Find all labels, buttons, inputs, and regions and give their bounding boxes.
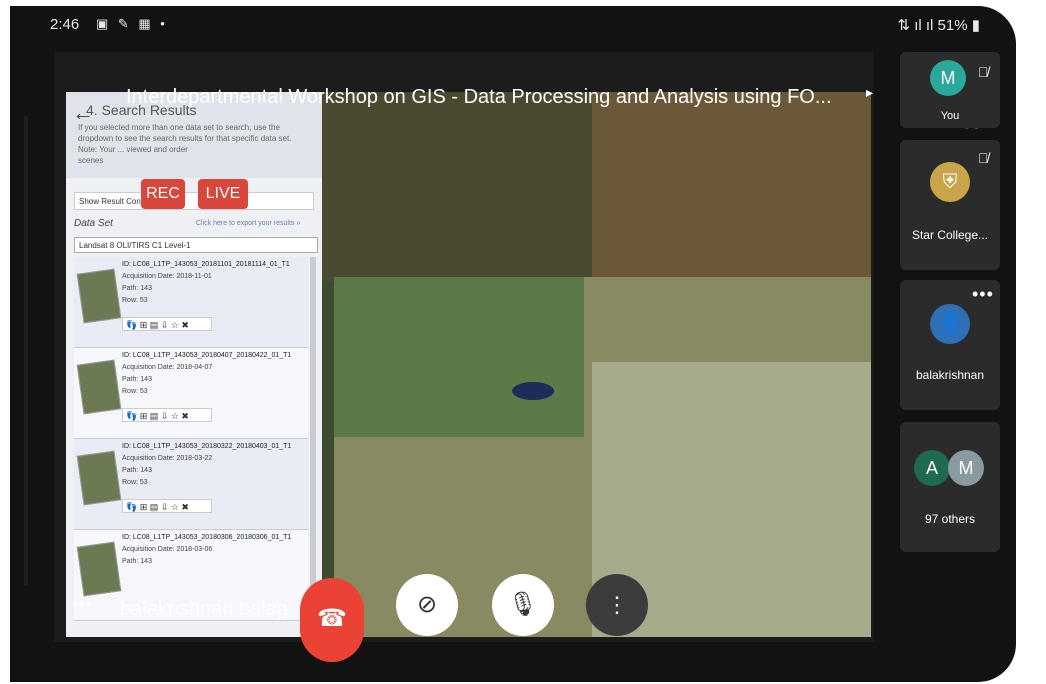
result-row: Row: 53 xyxy=(122,388,148,395)
avatar: M xyxy=(948,450,984,486)
presenter-name: balakrishnan balag xyxy=(120,598,288,620)
result-actions[interactable]: 👣 ⊞ ▤ ⇩ ☆ ✖ xyxy=(122,499,212,513)
more-vert-icon: ⋮ xyxy=(606,592,628,617)
notification-icons: ▣ ✎ ▦ • xyxy=(96,16,168,31)
more-options-icon[interactable]: ••• xyxy=(972,284,994,305)
camera-off-icon: ⊘ xyxy=(416,591,438,618)
phone-screen: 2:46 ▣ ✎ ▦ • ⇅ ıl ıl 51% ▮ ← 4. Search R… xyxy=(10,6,1016,682)
live-badge: LIVE xyxy=(198,179,248,209)
mic-off-icon: 🎙̸ xyxy=(978,64,989,80)
result-row: Row: 53 xyxy=(122,479,148,486)
shared-screen: ← 4. Search Results If you selected more… xyxy=(66,92,871,637)
result-id: ID: LC08_L1TP_143053_20180407_20180422_0… xyxy=(122,352,292,359)
data-set-label: Data Set xyxy=(74,218,113,229)
list-item[interactable]: ID: LC08_L1TP_143053_20180407_20180422_0… xyxy=(74,348,308,439)
participant-name: 97 others xyxy=(924,512,976,526)
result-actions[interactable]: 👣 ⊞ ▤ ⇩ ☆ ✖ xyxy=(122,408,212,422)
signal-icon: ⇅ ıl ıl xyxy=(897,17,938,34)
avatar: A xyxy=(914,450,950,486)
landsat-scene-overlay xyxy=(334,277,584,437)
result-date: Acquisition Date: 2018-11-01 xyxy=(122,273,212,280)
avatar: M xyxy=(930,60,966,96)
scene-thumbnail[interactable] xyxy=(76,359,122,415)
show-result-controls-button[interactable]: Show Result Controls xyxy=(74,192,314,210)
participant-tile-star-college[interactable]: ⛨ 🎙̸ Star College... xyxy=(900,140,1000,270)
panel-note: If you selected more than one data set t… xyxy=(78,123,292,165)
main-stage: ← 4. Search Results If you selected more… xyxy=(54,52,874,642)
status-time: 2:46 xyxy=(50,16,80,33)
avatar: 👤 xyxy=(930,304,970,344)
participant-name: Star College... xyxy=(911,228,989,242)
result-row: Row: 53 xyxy=(122,297,148,304)
more-options-button[interactable]: ⋮ xyxy=(586,574,648,636)
dataset-select[interactable]: Landsat 8 OLI/TIRS C1 Level-1 xyxy=(74,237,318,253)
mic-off-icon: 🎙 xyxy=(507,591,539,618)
college-logo-icon: ⛨ xyxy=(930,162,970,202)
scene-thumbnail[interactable] xyxy=(76,541,122,597)
microphone-toggle-button[interactable]: 🎙 xyxy=(492,574,554,636)
result-path: Path: 143 xyxy=(122,558,152,565)
list-item[interactable]: ID: LC08_L1TP_143053_20180322_20180403_0… xyxy=(74,439,308,530)
result-actions[interactable]: 👣 ⊞ ▤ ⇩ ☆ ✖ xyxy=(122,317,212,331)
result-date: Acquisition Date: 2018-04-07 xyxy=(122,364,213,371)
status-bar: 2:46 ▣ ✎ ▦ • ⇅ ıl ıl 51% ▮ xyxy=(10,6,1016,42)
participant-name: balakrishnan xyxy=(915,368,985,382)
search-results-panel: ← 4. Search Results If you selected more… xyxy=(66,92,322,637)
map-terrain xyxy=(592,92,871,282)
participants-sidebar: M 🎙̸ You ⛨ 🎙̸ Star College... 👤 ••• bala… xyxy=(900,50,1002,590)
result-id: ID: LC08_L1TP_143053_20181101_20181114_0… xyxy=(122,261,290,268)
battery-icon: ▮ xyxy=(971,17,980,34)
result-path: Path: 143 xyxy=(122,285,152,292)
meeting-title: Interdepartmental Workshop on GIS - Data… xyxy=(126,86,832,108)
presenter-more-icon[interactable]: ••• xyxy=(72,594,91,615)
bezel-line xyxy=(24,116,28,586)
result-id: ID: LC08_L1TP_143053_20180322_20180403_0… xyxy=(122,443,292,450)
mic-off-icon: 🎙̸ xyxy=(978,150,989,166)
participant-name: You xyxy=(940,110,960,122)
lake-shape xyxy=(512,382,554,400)
result-path: Path: 143 xyxy=(122,467,152,474)
battery-level: ⇅ ıl ıl 51% ▮ xyxy=(897,17,980,34)
hang-up-button[interactable]: ☎ xyxy=(300,578,364,662)
result-path: Path: 143 xyxy=(122,376,152,383)
camera-toggle-button[interactable]: ⊘ xyxy=(396,574,458,636)
chevron-right-icon[interactable]: ▸ xyxy=(866,84,873,101)
phone-hangup-icon: ☎ xyxy=(317,605,347,632)
results-list: ID: LC08_L1TP_143053_20181101_20181114_0… xyxy=(74,257,308,637)
list-item[interactable]: ID: LC08_L1TP_143053_20181101_20181114_0… xyxy=(74,257,308,348)
satellite-map[interactable] xyxy=(322,92,871,637)
scene-thumbnail[interactable] xyxy=(76,450,122,506)
results-scrollbar[interactable] xyxy=(310,257,316,632)
participant-tile-others[interactable]: A M 97 others xyxy=(900,422,1000,552)
result-date: Acquisition Date: 2018-03-06 xyxy=(122,546,213,553)
result-id: ID: LC08_L1TP_143053_20180306_20180306_0… xyxy=(122,534,292,541)
participant-tile-you[interactable]: M 🎙̸ You xyxy=(900,52,1000,128)
participant-tile-balakrishnan[interactable]: 👤 ••• balakrishnan xyxy=(900,280,1000,410)
scene-thumbnail[interactable] xyxy=(76,268,122,324)
rec-badge: REC xyxy=(141,179,185,209)
export-results-link[interactable]: Click here to export your results » xyxy=(196,220,300,227)
result-date: Acquisition Date: 2018-03-22 xyxy=(122,455,213,462)
